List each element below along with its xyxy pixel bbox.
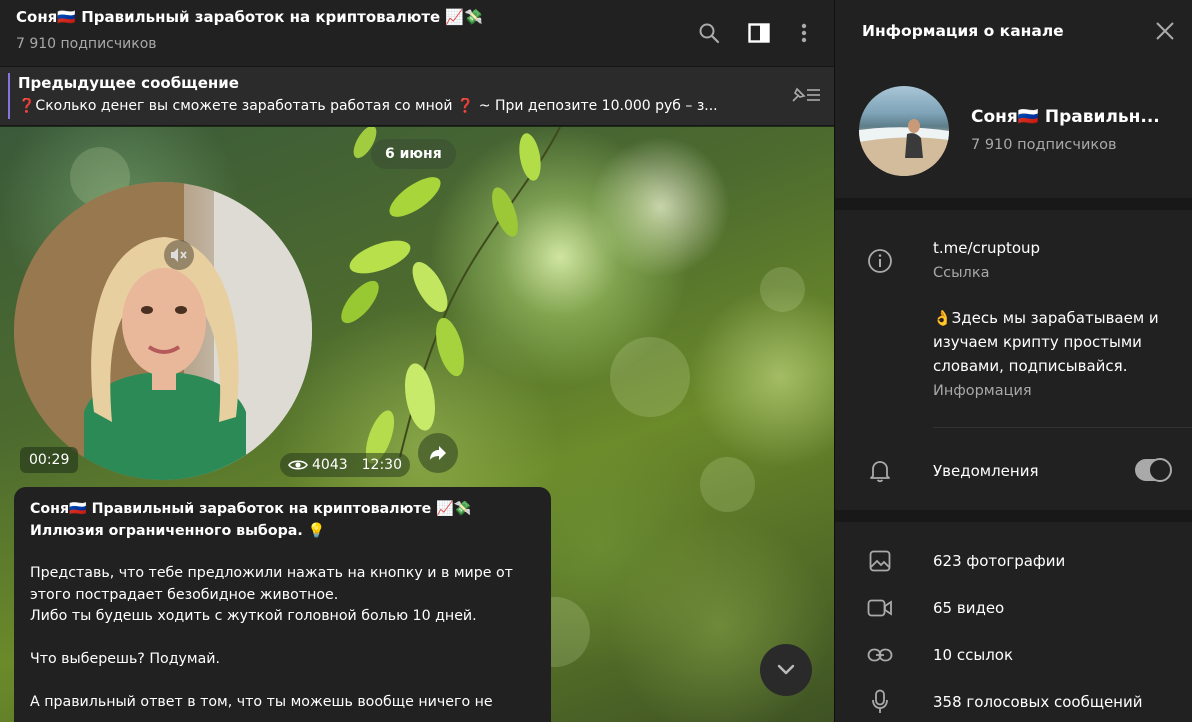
chevron-down-icon bbox=[777, 664, 795, 675]
channel-avatar[interactable] bbox=[859, 86, 949, 176]
chat-pane: Соня🇷🇺 Правильный заработок на криптовал… bbox=[0, 0, 834, 722]
pinned-text: ❓Сколько денег вы сможете заработать раб… bbox=[18, 98, 718, 114]
info-icon bbox=[867, 248, 893, 274]
pinned-list-icon[interactable] bbox=[790, 85, 822, 109]
post-heading: Иллюзия ограниченного выбора. 💡 bbox=[30, 522, 326, 539]
notifications-label: Уведомления bbox=[933, 462, 1039, 480]
row-divider bbox=[933, 427, 1192, 428]
channel-description: 👌Здесь мы зарабатываем и изучаем крипту … bbox=[933, 309, 1159, 375]
search-icon[interactable] bbox=[694, 18, 724, 48]
channel-link[interactable]: t.me/cruptoup bbox=[933, 239, 1040, 257]
channel-subscribers: 7 910 подписчиков bbox=[971, 137, 1117, 153]
view-count: 4043 bbox=[312, 457, 348, 473]
video-message[interactable] bbox=[14, 182, 312, 480]
scroll-down-button[interactable] bbox=[760, 644, 812, 696]
chat-header[interactable]: Соня🇷🇺 Правильный заработок на криптовал… bbox=[0, 0, 834, 66]
date-separator: 6 июня bbox=[371, 139, 456, 169]
media-voice[interactable]: 358 голосовых сообщений bbox=[933, 693, 1143, 711]
notifications-toggle[interactable] bbox=[1135, 458, 1172, 482]
message-meta: 4043 12:30 bbox=[280, 453, 410, 477]
pinned-message-bar[interactable]: Предыдущее сообщение ❓Сколько денег вы с… bbox=[0, 66, 834, 126]
channel-name: Соня🇷🇺 Правильн... bbox=[971, 107, 1160, 127]
channel-link-label: Ссылка bbox=[933, 265, 990, 281]
media-videos[interactable]: 65 видео bbox=[933, 599, 1004, 617]
media-links[interactable]: 10 ссылок bbox=[933, 646, 1013, 664]
leaves-decoration bbox=[341, 127, 561, 464]
section-divider bbox=[835, 198, 1192, 210]
toggle-knob bbox=[1148, 458, 1172, 482]
mic-icon bbox=[867, 689, 893, 715]
channel-info-panel: Информация о канале Соня🇷🇺 Правильн... 7… bbox=[834, 0, 1192, 722]
bell-icon bbox=[867, 458, 893, 484]
video-thumbnail bbox=[14, 182, 312, 480]
muted-icon[interactable] bbox=[164, 240, 194, 270]
forward-icon[interactable] bbox=[418, 433, 458, 473]
channel-post[interactable]: Соня🇷🇺 Правильный заработок на криптовал… bbox=[14, 487, 551, 722]
panel-title: Информация о канале bbox=[862, 22, 1064, 40]
chat-subscriber-count: 7 910 подписчиков bbox=[16, 36, 157, 52]
photo-icon bbox=[867, 548, 893, 574]
video-duration: 00:29 bbox=[20, 447, 79, 473]
section-divider bbox=[835, 510, 1192, 522]
chat-wallpaper: 6 июня 00:29 4043 12:30 Соня🇷🇺 Правильны… bbox=[0, 127, 834, 722]
chat-title[interactable]: Соня🇷🇺 Правильный заработок на криптовал… bbox=[16, 8, 483, 26]
pinned-label: Предыдущее сообщение bbox=[18, 74, 239, 92]
sidebar-toggle-icon[interactable] bbox=[744, 18, 774, 48]
more-options-icon[interactable] bbox=[789, 18, 819, 48]
pinned-accent-bar bbox=[8, 73, 10, 119]
message-time: 12:30 bbox=[361, 457, 402, 473]
video-icon bbox=[867, 595, 893, 621]
media-photos[interactable]: 623 фотографии bbox=[933, 552, 1065, 570]
link-icon bbox=[867, 642, 893, 668]
close-icon[interactable] bbox=[1154, 20, 1176, 46]
channel-description-label: Информация bbox=[933, 383, 1032, 399]
post-sender: Соня🇷🇺 Правильный заработок на криптовал… bbox=[30, 501, 472, 517]
post-body: Представь, что тебе предложили нажать на… bbox=[30, 565, 513, 710]
eye-icon bbox=[288, 460, 308, 470]
